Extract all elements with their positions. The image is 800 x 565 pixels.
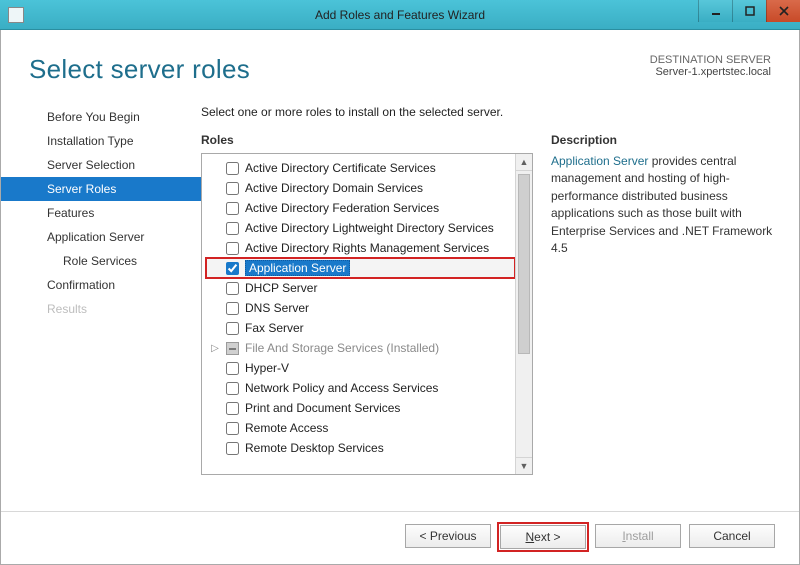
window-controls: [698, 0, 800, 29]
role-row[interactable]: Active Directory Federation Services: [206, 198, 515, 218]
role-row[interactable]: Hyper-V: [206, 358, 515, 378]
roles-list[interactable]: Active Directory Certificate Services Act…: [202, 154, 515, 474]
scroll-up-button[interactable]: ▲: [516, 154, 532, 171]
wizard-footer: < Previous Next > Install Cancel: [1, 511, 799, 564]
app-icon: [8, 7, 24, 23]
role-row[interactable]: Active Directory Certificate Services: [206, 158, 515, 178]
wizard-header: Select server roles DESTINATION SERVER S…: [1, 30, 799, 93]
next-button-highlight: Next >: [499, 524, 587, 550]
scroll-down-button[interactable]: ▼: [516, 457, 532, 474]
role-checkbox[interactable]: [226, 242, 239, 255]
roles-listbox: Active Directory Certificate Services Act…: [201, 153, 533, 475]
role-checkbox[interactable]: [226, 302, 239, 315]
nav-item[interactable]: Before You Begin: [1, 105, 201, 129]
nav-item[interactable]: Features: [1, 201, 201, 225]
role-label: DNS Server: [245, 301, 309, 315]
role-checkbox[interactable]: [226, 382, 239, 395]
role-checkbox[interactable]: [226, 162, 239, 175]
role-row[interactable]: Remote Desktop Services: [206, 438, 515, 458]
wizard-main: Select one or more roles to install on t…: [201, 99, 775, 511]
maximize-button[interactable]: [732, 0, 766, 22]
role-row[interactable]: Print and Document Services: [206, 398, 515, 418]
role-label: Fax Server: [245, 321, 304, 335]
role-label: Active Directory Lightweight Directory S…: [245, 221, 494, 235]
role-row[interactable]: ▷ File And Storage Services (Installed): [206, 338, 515, 358]
nav-item[interactable]: Confirmation: [1, 273, 201, 297]
role-row[interactable]: DHCP Server: [206, 278, 515, 298]
wizard-body: Before You BeginInstallation TypeServer …: [1, 93, 799, 511]
role-row[interactable]: DNS Server: [206, 298, 515, 318]
content-columns: Roles Active Directory Certificate Servi…: [201, 133, 775, 511]
instruction-text: Select one or more roles to install on t…: [201, 105, 775, 119]
role-row[interactable]: Remote Access: [206, 418, 515, 438]
role-checkbox-installed: [226, 342, 239, 355]
role-label: Hyper-V: [245, 361, 289, 375]
role-label: Active Directory Rights Management Servi…: [245, 241, 489, 255]
role-label: File And Storage Services (Installed): [245, 341, 439, 355]
role-row[interactable]: Active Directory Lightweight Directory S…: [206, 218, 515, 238]
role-checkbox[interactable]: [226, 282, 239, 295]
description-lead: Application Server: [551, 154, 648, 168]
previous-button[interactable]: < Previous: [405, 524, 491, 548]
role-checkbox[interactable]: [226, 182, 239, 195]
role-label: Network Policy and Access Services: [245, 381, 438, 395]
role-row[interactable]: Active Directory Rights Management Servi…: [206, 238, 515, 258]
destination-label: DESTINATION SERVER: [650, 54, 771, 66]
nav-item[interactable]: Installation Type: [1, 129, 201, 153]
description-text: Application Server provides central mana…: [551, 153, 775, 257]
wizard-nav: Before You BeginInstallation TypeServer …: [1, 99, 201, 511]
close-button[interactable]: [766, 0, 800, 22]
install-button: Install: [595, 524, 681, 548]
scrollbar: ▲ ▼: [515, 154, 532, 474]
nav-item[interactable]: Role Services: [1, 249, 201, 273]
role-label: Active Directory Federation Services: [245, 201, 439, 215]
role-label: Active Directory Certificate Services: [245, 161, 436, 175]
wizard-shell: Select server roles DESTINATION SERVER S…: [0, 30, 800, 565]
role-checkbox[interactable]: [226, 202, 239, 215]
role-checkbox[interactable]: [226, 362, 239, 375]
role-label: Active Directory Domain Services: [245, 181, 423, 195]
destination-server: DESTINATION SERVER Server-1.xpertstec.lo…: [650, 54, 771, 78]
destination-name: Server-1.xpertstec.local: [650, 66, 771, 78]
window-title: Add Roles and Features Wizard: [0, 8, 800, 22]
description-column: Description Application Server provides …: [551, 133, 775, 511]
role-checkbox[interactable]: [226, 262, 239, 275]
roles-label: Roles: [201, 133, 533, 147]
role-row[interactable]: Application Server: [206, 258, 515, 278]
page-title: Select server roles: [29, 54, 250, 85]
role-label: Remote Desktop Services: [245, 441, 384, 455]
cancel-button[interactable]: Cancel: [689, 524, 775, 548]
description-label: Description: [551, 133, 775, 147]
role-label: Print and Document Services: [245, 401, 400, 415]
next-button[interactable]: Next >: [500, 525, 586, 549]
scroll-thumb[interactable]: [518, 174, 530, 354]
role-label: Application Server: [245, 260, 350, 276]
role-checkbox[interactable]: [226, 402, 239, 415]
expand-icon[interactable]: ▷: [210, 343, 220, 354]
nav-item[interactable]: Application Server: [1, 225, 201, 249]
role-checkbox[interactable]: [226, 222, 239, 235]
role-label: Remote Access: [245, 421, 328, 435]
nav-item[interactable]: Server Roles: [1, 177, 201, 201]
nav-item: Results: [1, 297, 201, 321]
role-row[interactable]: Network Policy and Access Services: [206, 378, 515, 398]
role-row[interactable]: Fax Server: [206, 318, 515, 338]
title-bar: Add Roles and Features Wizard: [0, 0, 800, 30]
role-checkbox[interactable]: [226, 422, 239, 435]
roles-column: Roles Active Directory Certificate Servi…: [201, 133, 533, 511]
role-checkbox[interactable]: [226, 322, 239, 335]
nav-item[interactable]: Server Selection: [1, 153, 201, 177]
role-row[interactable]: Active Directory Domain Services: [206, 178, 515, 198]
description-body: provides central management and hosting …: [551, 154, 772, 255]
minimize-button[interactable]: [698, 0, 732, 22]
role-label: DHCP Server: [245, 281, 317, 295]
role-checkbox[interactable]: [226, 442, 239, 455]
